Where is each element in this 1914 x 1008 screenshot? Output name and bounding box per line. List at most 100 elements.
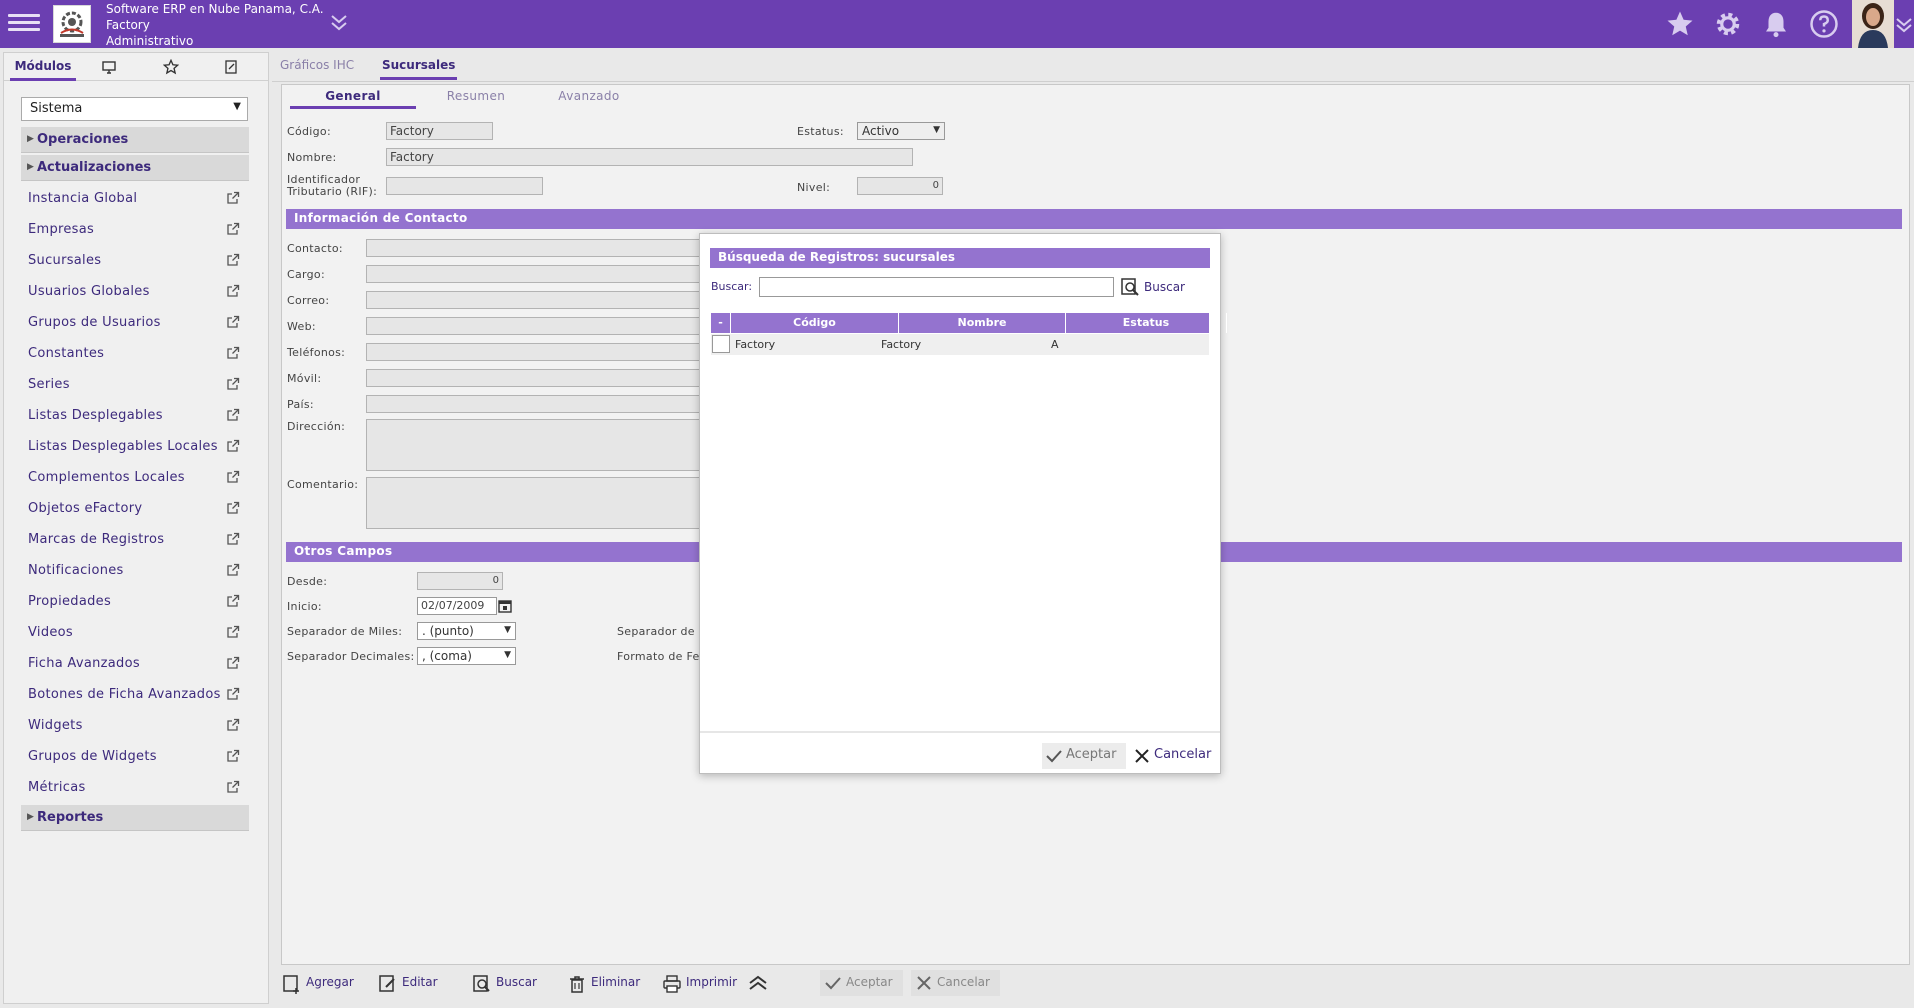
from-field[interactable]: 0	[417, 572, 503, 590]
sidebar-item[interactable]: Empresas	[28, 222, 248, 244]
external-link-icon[interactable]	[226, 594, 240, 608]
sidebar-item[interactable]: Complementos Locales	[28, 470, 248, 492]
chevron-down-icon[interactable]	[1894, 14, 1914, 34]
sidebar-item[interactable]: Videos	[28, 625, 248, 647]
dialog-search-button[interactable]: Buscar	[1120, 277, 1185, 299]
double-chevron-up-icon[interactable]	[747, 972, 769, 994]
sidebar-group-operations[interactable]: ▶ Operaciones	[21, 127, 249, 153]
external-link-icon[interactable]	[226, 625, 240, 639]
sidebar-item[interactable]: Notificaciones	[28, 563, 248, 585]
name-field[interactable]: Factory	[386, 148, 913, 166]
external-link-icon[interactable]	[226, 408, 240, 422]
address-label: Dirección:	[287, 420, 346, 433]
position-field[interactable]	[366, 265, 700, 283]
accept-button[interactable]: Aceptar	[820, 970, 903, 996]
country-field[interactable]	[366, 395, 700, 413]
external-link-icon[interactable]	[226, 656, 240, 670]
sidebar-item[interactable]: Listas Desplegables	[28, 408, 248, 430]
dialog-search-input[interactable]	[759, 277, 1114, 297]
sidebar-item[interactable]: Botones de Ficha Avanzados	[28, 687, 248, 709]
row-checkbox[interactable]	[712, 335, 730, 353]
bell-icon[interactable]	[1761, 9, 1791, 39]
sidebar-item[interactable]: Marcas de Registros	[28, 532, 248, 554]
edit-button[interactable]: Editar	[378, 970, 438, 996]
double-chevron-down-icon[interactable]	[328, 12, 350, 34]
calendar-icon[interactable]	[498, 599, 512, 613]
email-field[interactable]	[366, 291, 700, 309]
delete-button[interactable]: Eliminar	[567, 970, 640, 996]
comment-field[interactable]	[366, 477, 700, 529]
sidebar-group-reports[interactable]: ▶ Reportes	[21, 805, 249, 831]
tax-id-field[interactable]	[386, 177, 543, 195]
column-header-select: -	[711, 313, 731, 333]
help-icon[interactable]	[1809, 9, 1839, 39]
address-field[interactable]	[366, 419, 700, 471]
gear-icon[interactable]	[1713, 9, 1743, 39]
decimal-separator-select[interactable]: , (coma) ▼	[417, 647, 516, 665]
cancel-button[interactable]: Cancelar	[911, 970, 1000, 996]
external-link-icon[interactable]	[226, 718, 240, 732]
sidebar-tab-modules[interactable]: Módulos	[10, 53, 76, 81]
code-field[interactable]: Factory	[386, 122, 493, 140]
sidebar-item[interactable]: Sucursales	[28, 253, 248, 275]
sidebar-item[interactable]: Series	[28, 377, 248, 399]
external-link-icon[interactable]	[226, 563, 240, 577]
external-link-icon[interactable]	[226, 222, 240, 236]
column-header-name[interactable]: Nombre	[899, 313, 1066, 333]
external-link-icon[interactable]	[226, 315, 240, 329]
sidebar-item[interactable]: Constantes	[28, 346, 248, 368]
external-link-icon[interactable]	[226, 377, 240, 391]
sidebar-item[interactable]: Grupos de Widgets	[28, 749, 248, 771]
tab-avanzado[interactable]: Avanzado	[534, 85, 644, 109]
table-row[interactable]: Factory Factory A	[711, 334, 1209, 355]
sidebar-item[interactable]: Propiedades	[28, 594, 248, 616]
avatar[interactable]	[1852, 0, 1894, 48]
search-button[interactable]: Buscar	[472, 970, 537, 996]
mobile-field[interactable]	[366, 369, 700, 387]
external-link-icon[interactable]	[226, 191, 240, 205]
add-button[interactable]: Agregar	[282, 970, 354, 996]
external-link-icon[interactable]	[226, 687, 240, 701]
monitor-icon[interactable]	[94, 53, 124, 81]
menu-icon[interactable]	[8, 10, 40, 38]
sidebar-item[interactable]: Listas Desplegables Locales	[28, 439, 248, 461]
module-select[interactable]: Sistema ▼	[21, 97, 248, 121]
sidebar-item[interactable]: Objetos eFactory	[28, 501, 248, 523]
accept-button-label: Aceptar	[846, 975, 893, 989]
sidebar-item[interactable]: Widgets	[28, 718, 248, 740]
external-link-icon[interactable]	[226, 532, 240, 546]
start-date-field[interactable]: 02/07/2009	[417, 597, 497, 615]
dialog-cancel-button[interactable]: Cancelar	[1130, 743, 1211, 769]
sidebar-item[interactable]: Ficha Avanzados	[28, 656, 248, 678]
note-edit-icon[interactable]	[216, 53, 246, 81]
dialog-accept-button[interactable]: Aceptar	[1042, 743, 1127, 769]
sidebar-item[interactable]: Instancia Global	[28, 191, 248, 213]
contact-field[interactable]	[366, 239, 700, 257]
favorites-star-icon[interactable]	[156, 53, 186, 81]
sidebar-item[interactable]: Usuarios Globales	[28, 284, 248, 306]
print-button[interactable]: Imprimir	[662, 970, 737, 996]
column-header-status[interactable]: Estatus	[1066, 313, 1227, 333]
star-icon[interactable]	[1665, 9, 1695, 39]
tab-graficos-ihc[interactable]: Gráficos IHC	[280, 52, 354, 80]
external-link-icon[interactable]	[226, 470, 240, 484]
level-field[interactable]: 0	[857, 177, 943, 195]
external-link-icon[interactable]	[226, 284, 240, 298]
thousands-separator-select[interactable]: . (punto) ▼	[417, 622, 516, 640]
sidebar-item[interactable]: Grupos de Usuarios	[28, 315, 248, 337]
tab-general[interactable]: General	[290, 85, 416, 109]
external-link-icon[interactable]	[226, 439, 240, 453]
status-select[interactable]: Activo ▼	[857, 122, 945, 140]
external-link-icon[interactable]	[226, 346, 240, 360]
tab-sucursales[interactable]: Sucursales	[380, 52, 458, 80]
tab-resumen[interactable]: Resumen	[426, 85, 526, 109]
sidebar-item[interactable]: Métricas	[28, 780, 248, 802]
external-link-icon[interactable]	[226, 253, 240, 267]
sidebar-group-updates[interactable]: ▶ Actualizaciones	[21, 155, 249, 181]
external-link-icon[interactable]	[226, 501, 240, 515]
column-header-code[interactable]: Código	[731, 313, 899, 333]
web-field[interactable]	[366, 317, 700, 335]
external-link-icon[interactable]	[226, 749, 240, 763]
external-link-icon[interactable]	[226, 780, 240, 794]
phones-field[interactable]	[366, 343, 700, 361]
